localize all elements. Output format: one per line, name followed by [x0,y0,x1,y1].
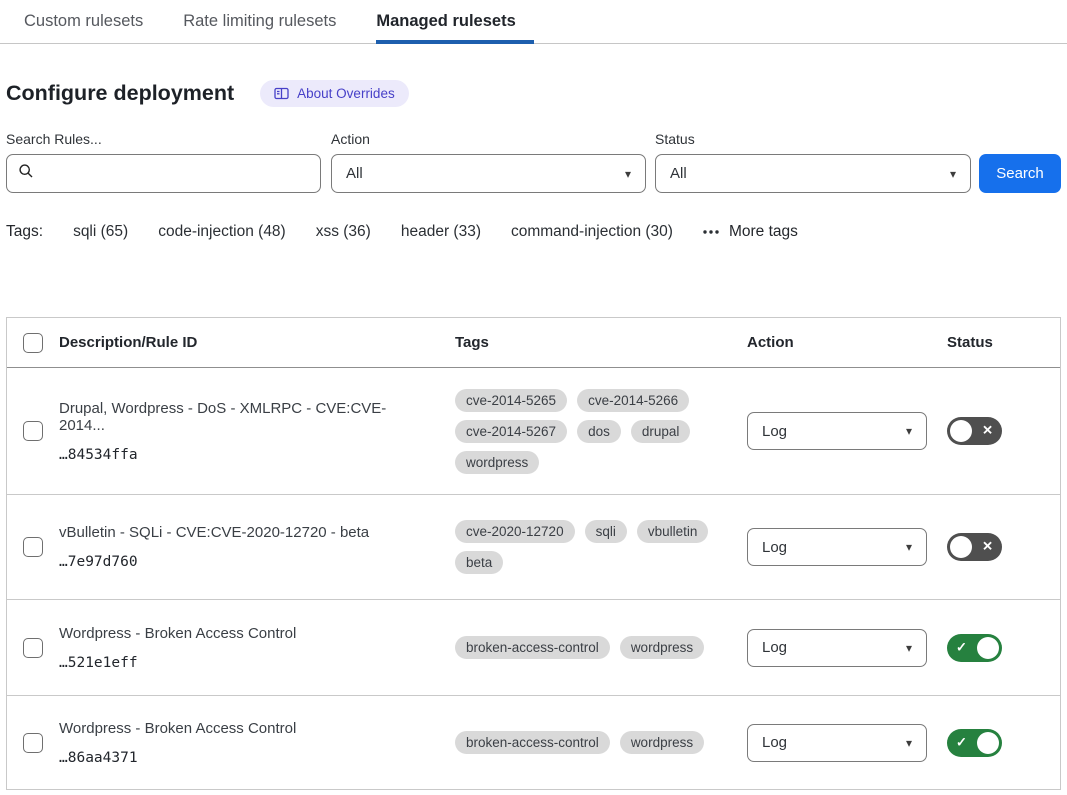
rule-action-select[interactable]: Log ▾ [747,629,927,667]
chevron-down-icon: ▾ [950,167,956,181]
tag-pill: drupal [631,420,691,443]
action-filter-value: All [346,165,363,182]
toggle-knob [950,420,972,442]
page-title: Configure deployment [6,81,234,106]
rule-id: …7e97d760 [59,554,431,570]
chevron-down-icon: ▾ [906,736,912,750]
status-filter-select[interactable]: All ▾ [655,154,971,193]
search-button[interactable]: Search [979,154,1061,193]
row-checkbox[interactable] [23,733,43,753]
status-filter-value: All [670,165,687,182]
rule-tags: cve-2020-12720 sqli vbulletin beta [447,520,739,574]
action-filter-label: Action [331,131,655,147]
rule-action-select[interactable]: Log ▾ [747,412,927,450]
tag-pill: wordpress [620,731,704,754]
rule-action-select[interactable]: Log ▾ [747,528,927,566]
tag-filter-xss[interactable]: xss (36) [316,223,371,241]
tag-pill: cve-2020-12720 [455,520,575,543]
search-rules-label: Search Rules... [6,131,331,147]
x-icon: ✕ [982,539,993,555]
col-tags: Tags [447,334,739,351]
rule-tags: cve-2014-5265 cve-2014-5266 cve-2014-526… [447,389,739,474]
tab-custom-rulesets[interactable]: Custom rulesets [24,0,143,43]
ruleset-tabbar: Custom rulesets Rate limiting rulesets M… [0,0,1067,44]
rule-tags: broken-access-control wordpress [447,731,739,754]
chevron-down-icon: ▾ [625,167,631,181]
rule-status-toggle[interactable]: ✓ [947,729,1002,757]
check-icon: ✓ [956,734,967,750]
chevron-down-icon: ▾ [906,540,912,554]
tag-filter-code-injection[interactable]: code-injection (48) [158,223,286,241]
x-icon: ✕ [982,423,993,439]
tag-pill: wordpress [455,451,539,474]
rule-id: …86aa4371 [59,750,431,766]
filter-bar: Search Rules... Action All ▾ Status [6,131,1061,193]
tag-filter-command-injection[interactable]: command-injection (30) [511,223,673,241]
tag-pill: broken-access-control [455,636,610,659]
table-row: Drupal, Wordpress - DoS - XMLRPC - CVE:C… [7,368,1060,495]
rule-description: Wordpress - Broken Access Control [59,720,431,737]
tags-label: Tags: [6,223,43,241]
toggle-knob [977,732,999,754]
table-row: Wordpress - Broken Access Control …86aa4… [7,696,1060,789]
rule-tags: broken-access-control wordpress [447,636,739,659]
tag-pill: beta [455,551,503,574]
tag-filter-sqli[interactable]: sqli (65) [73,223,128,241]
toggle-knob [977,637,999,659]
table-row: vBulletin - SQLi - CVE:CVE-2020-12720 - … [7,495,1060,600]
tag-filter-header[interactable]: header (33) [401,223,481,241]
ellipsis-icon [703,230,719,234]
rule-status-toggle[interactable]: ✕ [947,533,1002,561]
status-filter-label: Status [655,131,979,147]
rule-description: Wordpress - Broken Access Control [59,625,431,642]
rule-action-value: Log [762,734,787,751]
tag-pill: broken-access-control [455,731,610,754]
book-icon [274,87,289,100]
rule-status-toggle[interactable]: ✕ [947,417,1002,445]
toggle-knob [950,536,972,558]
tag-pill: cve-2014-5267 [455,420,567,443]
tab-rate-limiting-rulesets[interactable]: Rate limiting rulesets [183,0,336,43]
tag-pill: cve-2014-5265 [455,389,567,412]
chevron-down-icon: ▾ [906,424,912,438]
tag-pill: sqli [585,520,627,543]
about-overrides-label: About Overrides [297,86,395,101]
rule-action-select[interactable]: Log ▾ [747,724,927,762]
tag-pill: cve-2014-5266 [577,389,689,412]
search-icon [18,163,34,184]
rule-status-toggle[interactable]: ✓ [947,634,1002,662]
select-all-checkbox[interactable] [23,333,43,353]
action-filter-select[interactable]: All ▾ [331,154,646,193]
tag-filter-bar: Tags: sqli (65) code-injection (48) xss … [6,223,1061,241]
col-status: Status [932,334,1060,351]
about-overrides-badge[interactable]: About Overrides [260,80,409,107]
rule-id: …521e1eff [59,655,431,671]
rule-action-value: Log [762,539,787,556]
page-header: Configure deployment About Overrides [6,80,1061,107]
row-checkbox[interactable] [23,537,43,557]
col-description-rule-id: Description/Rule ID [51,334,447,351]
tab-managed-rulesets[interactable]: Managed rulesets [376,0,533,43]
search-input[interactable] [42,165,309,182]
check-icon: ✓ [956,639,967,655]
table-header-row: Description/Rule ID Tags Action Status [7,318,1060,368]
tag-pill: dos [577,420,621,443]
tag-pill: vbulletin [637,520,709,543]
rule-description: Drupal, Wordpress - DoS - XMLRPC - CVE:C… [59,400,431,434]
rule-action-value: Log [762,423,787,440]
tag-pill: wordpress [620,636,704,659]
more-tags-button[interactable]: More tags [703,223,798,241]
col-action: Action [739,334,932,351]
managed-rules-table: Description/Rule ID Tags Action Status D… [6,317,1061,790]
more-tags-label: More tags [729,223,798,241]
table-row: Wordpress - Broken Access Control …521e1… [7,600,1060,696]
row-checkbox[interactable] [23,638,43,658]
rule-description: vBulletin - SQLi - CVE:CVE-2020-12720 - … [59,524,431,541]
rule-action-value: Log [762,639,787,656]
rule-id: …84534ffa [59,447,431,463]
chevron-down-icon: ▾ [906,641,912,655]
row-checkbox[interactable] [23,421,43,441]
search-input-wrapper [6,154,321,193]
